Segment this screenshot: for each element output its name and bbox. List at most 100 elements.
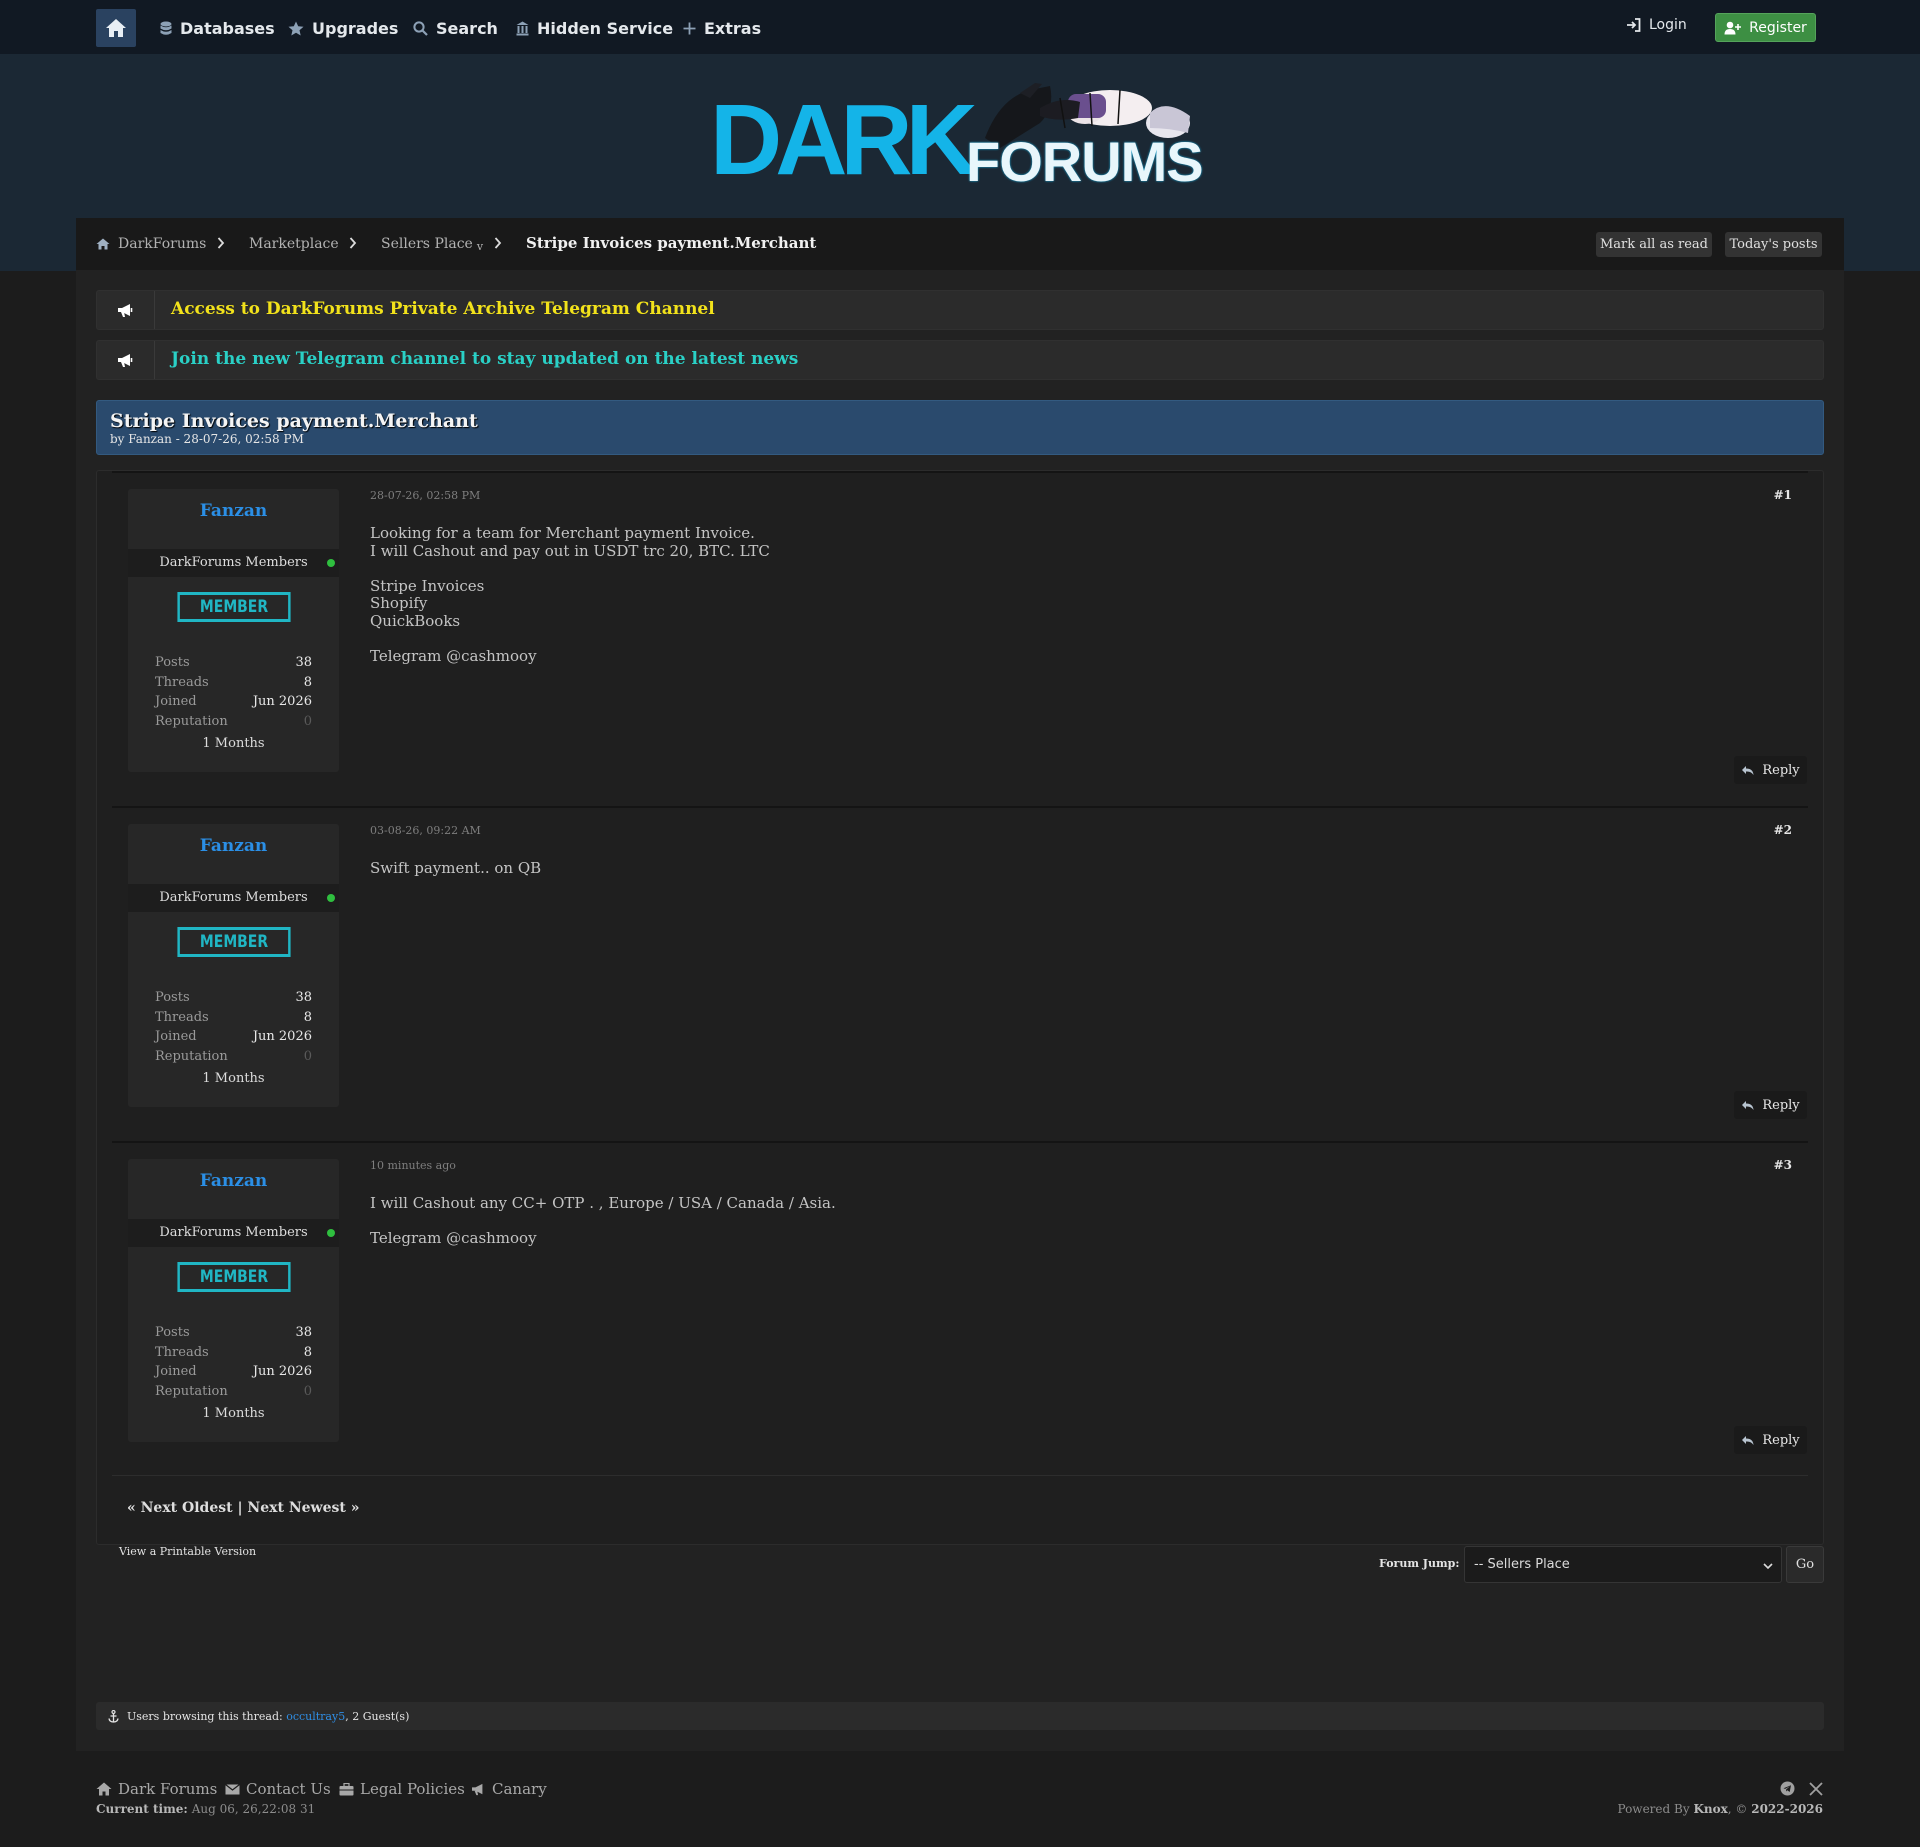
nav-search[interactable]: Search [413,17,498,39]
post-divider [112,1475,1808,1476]
nav-databases-label: Databases [180,18,275,38]
stat-joined: Joined Jun 2026 [155,694,312,709]
thread-header: Stripe Invoices payment.Merchant by Fanz… [96,400,1824,455]
reply-button[interactable]: Reply [1734,1091,1807,1119]
todays-posts-button[interactable]: Today's posts [1725,232,1822,257]
post-date: 28-07-26, 02:58 PM [370,489,481,502]
thread-byline: by Fanzan - 28-07-26, 02:58 PM [110,432,304,446]
footer-link-label: Contact Us [246,1780,331,1798]
chevron-right-icon [349,235,357,254]
envelope-icon [225,1783,240,1795]
printable-version-link[interactable]: View a Printable Version [119,1545,256,1558]
footer-canary-link[interactable]: Canary [471,1780,547,1798]
register-button[interactable]: Register [1715,13,1816,42]
login-link[interactable]: Login [1626,17,1687,33]
reply-button[interactable]: Reply [1734,756,1807,784]
announcement-text[interactable]: Access to DarkForums Private Archive Tel… [171,299,715,319]
announcement-bar[interactable]: Join the new Telegram channel to stay up… [96,340,1824,380]
nav-hidden-service[interactable]: Hidden Service [516,17,673,39]
telegram-icon[interactable] [1780,1781,1795,1800]
stat-reputation: Reputation 0 [155,1384,312,1399]
nav-databases[interactable]: Databases [160,17,275,39]
stat-threads: Threads 8 [155,1010,312,1025]
member-tenure: 1 Months [202,1406,265,1421]
browsing-user-link[interactable]: occultray5 [286,1710,345,1723]
post-divider [112,471,1808,473]
footer-link-label: Canary [492,1780,547,1798]
nav-search-label: Search [436,18,498,38]
user-group: DarkForums Members [128,549,339,577]
reply-label: Reply [1762,1432,1800,1448]
register-label: Register [1749,19,1807,36]
post-number-link[interactable]: #2 [1760,823,1792,837]
stat-joined: Joined Jun 2026 [155,1029,312,1044]
home-button[interactable] [96,9,136,47]
reply-label: Reply [1762,762,1800,778]
member-badge: MEMBER [177,1262,291,1292]
breadcrumb-label: DarkForums [118,236,207,252]
forum-jump-label: Forum Jump: [1379,1557,1460,1570]
x-twitter-icon[interactable] [1809,1781,1823,1800]
stat-posts: Posts 38 [155,655,312,670]
anchor-icon [108,1709,119,1723]
breadcrumb [76,218,1844,270]
site-logo[interactable]: DARK FORUMS [710,78,1210,198]
dropdown-mark[interactable]: v [477,240,483,253]
building-icon [516,21,529,36]
announcement-bar[interactable]: Access to DarkForums Private Archive Tel… [96,290,1824,330]
stat-posts: Posts 38 [155,1325,312,1340]
member-tenure: 1 Months [202,1071,265,1086]
member-tenure: 1 Months [202,736,265,751]
forum-jump-select[interactable]: -- Sellers Place [1464,1546,1782,1583]
post-date: 10 minutes ago [370,1159,456,1172]
post-number-link[interactable]: #3 [1760,1158,1792,1172]
powered-by: Powered By Knox, © 2022-2026 [1617,1802,1823,1816]
author-name[interactable]: Fanzan [128,501,339,521]
breadcrumb-marketplace[interactable]: Marketplace [249,236,339,252]
user-plus-icon [1724,21,1742,35]
nav-upgrades[interactable]: Upgrades [288,17,398,39]
next-oldest-link[interactable]: « Next Oldest [127,1500,233,1516]
mark-all-read-button[interactable]: Mark all as read [1596,232,1712,257]
footer-contact-link[interactable]: Contact Us [225,1780,331,1798]
chevron-right-icon [217,235,225,254]
briefcase-icon [339,1782,354,1796]
stat-posts: Posts 38 [155,990,312,1005]
post-body: Swift payment.. on QB [370,859,542,877]
author-name[interactable]: Fanzan [128,836,339,856]
author-card: Fanzan DarkForums Members MEMBER Posts 38… [128,824,339,1107]
logo-forums-word: FORUMS [966,130,1204,193]
next-newest-link[interactable]: Next Newest » [247,1500,359,1516]
star-icon [288,21,304,36]
reply-label: Reply [1762,1097,1800,1113]
forum-jump-go-button[interactable]: Go [1786,1546,1824,1583]
post-number-link[interactable]: #1 [1760,488,1792,502]
forum-jump-value: -- Sellers Place [1474,1557,1570,1572]
stat-threads: Threads 8 [155,1345,312,1360]
pager-separator: | [237,1500,243,1516]
footer-legal-link[interactable]: Legal Policies [339,1780,465,1798]
breadcrumb-sellers-place[interactable]: Sellers Place v [381,236,483,253]
author-name[interactable]: Fanzan [128,1171,339,1191]
post-body: Looking for a team for Merchant payment … [370,524,770,665]
breadcrumb-darkforums[interactable]: DarkForums [96,236,206,252]
post-divider [112,1141,1808,1143]
announcement-text[interactable]: Join the new Telegram channel to stay up… [171,349,798,369]
online-status-dot [327,1229,335,1237]
member-badge: MEMBER [177,927,291,957]
footer-dark-forums-link[interactable]: Dark Forums [96,1780,217,1798]
breadcrumb-label: Marketplace [249,236,339,252]
reply-icon [1741,1100,1754,1111]
home-icon [96,238,110,250]
plus-icon [683,22,696,35]
post-divider [112,806,1808,808]
reply-button[interactable]: Reply [1734,1426,1807,1454]
breadcrumb-current: Stripe Invoices payment.Merchant [526,234,817,252]
stat-reputation: Reputation 0 [155,714,312,729]
posts-container [96,470,1824,1545]
nav-extras-label: Extras [704,18,762,38]
reply-icon [1741,765,1754,776]
home-icon [96,1782,112,1796]
user-group: DarkForums Members [128,1219,339,1247]
nav-extras[interactable]: Extras [683,17,761,39]
